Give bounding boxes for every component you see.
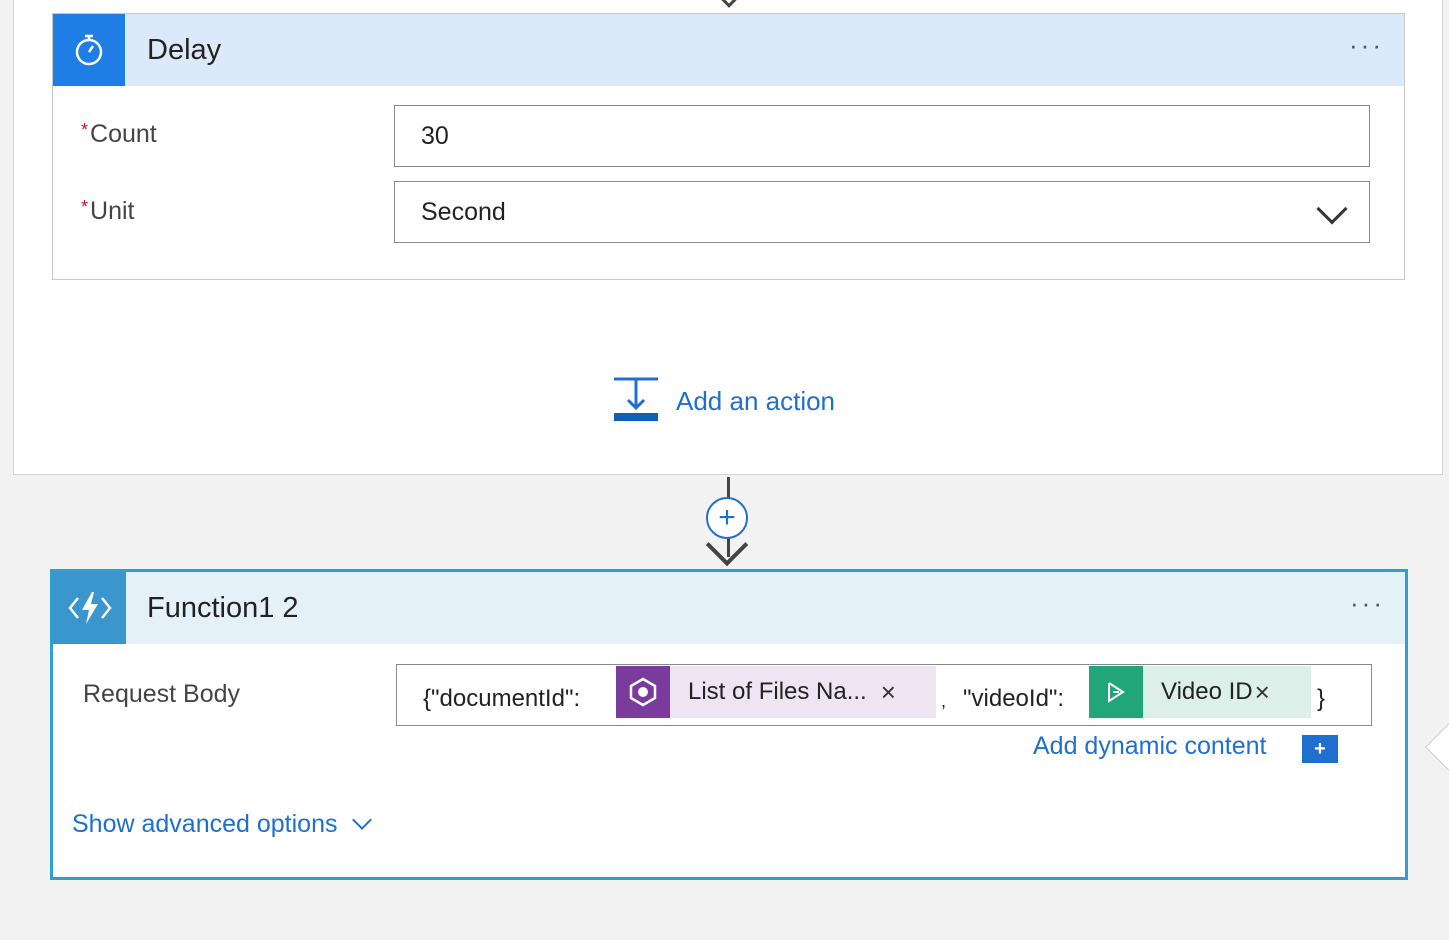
chevron-down-icon <box>352 809 373 830</box>
delay-more-options-button[interactable]: ··· <box>1349 30 1384 61</box>
dynamic-token-files[interactable]: List of Files Na... × <box>616 666 936 718</box>
add-dynamic-content-icon[interactable]: + <box>1302 735 1338 763</box>
request-body-prefix: {"documentId": <box>423 685 581 712</box>
remove-token-button[interactable]: × <box>1255 677 1270 708</box>
token-files-label: List of Files Na... <box>688 678 867 705</box>
chevron-down-icon[interactable] <box>1316 193 1348 225</box>
function-card-header[interactable]: Function1 2 ··· <box>53 572 1405 644</box>
add-action-icon <box>612 375 660 428</box>
count-input[interactable]: 30 <box>394 105 1370 167</box>
function-card-title: Function1 2 <box>147 592 299 624</box>
count-label-text: Count <box>90 120 157 148</box>
add-dynamic-content-link[interactable]: Add dynamic content <box>1033 732 1266 761</box>
unit-label: *Unit <box>81 197 134 226</box>
document-token-icon <box>616 666 670 718</box>
unit-select[interactable]: Second <box>394 181 1370 243</box>
request-body-mid: "videoId": <box>963 685 1065 712</box>
required-marker: * <box>81 120 89 140</box>
insert-step-button[interactable]: + <box>706 497 748 539</box>
advanced-options-label: Show advanced options <box>72 810 338 838</box>
request-body-suffix: } <box>1317 685 1326 712</box>
remove-token-button[interactable]: × <box>881 677 896 708</box>
dynamic-content-flyout-pointer <box>1424 722 1449 772</box>
function-more-options-button[interactable]: ··· <box>1350 588 1385 619</box>
add-action-label: Add an action <box>676 385 836 416</box>
timer-icon <box>53 14 125 86</box>
request-body-separator: , <box>941 691 947 711</box>
required-marker: * <box>81 197 89 217</box>
dynamic-token-video-id[interactable]: Video ID × <box>1089 666 1311 718</box>
request-body-label: Request Body <box>83 680 241 708</box>
unit-select-value: Second <box>421 198 506 226</box>
count-label: *Count <box>81 120 157 149</box>
delay-card-header[interactable]: Delay ··· <box>53 14 1404 86</box>
delay-card-title: Delay <box>147 34 222 66</box>
delay-action-card: Delay ··· *Count 30 *Unit Second <box>52 13 1405 280</box>
add-an-action-button[interactable]: Add an action <box>612 376 835 426</box>
azure-function-icon <box>53 572 126 644</box>
show-advanced-options-link[interactable]: Show advanced options <box>72 809 373 839</box>
request-body-input[interactable]: {"documentId": List of Files Na... × , "… <box>396 664 1372 726</box>
video-indexer-token-icon <box>1089 666 1143 718</box>
token-video-id-label: Video ID <box>1161 678 1253 705</box>
unit-label-text: Unit <box>90 197 135 225</box>
function-action-card: Function1 2 ··· Request Body {"documentI… <box>50 569 1408 880</box>
